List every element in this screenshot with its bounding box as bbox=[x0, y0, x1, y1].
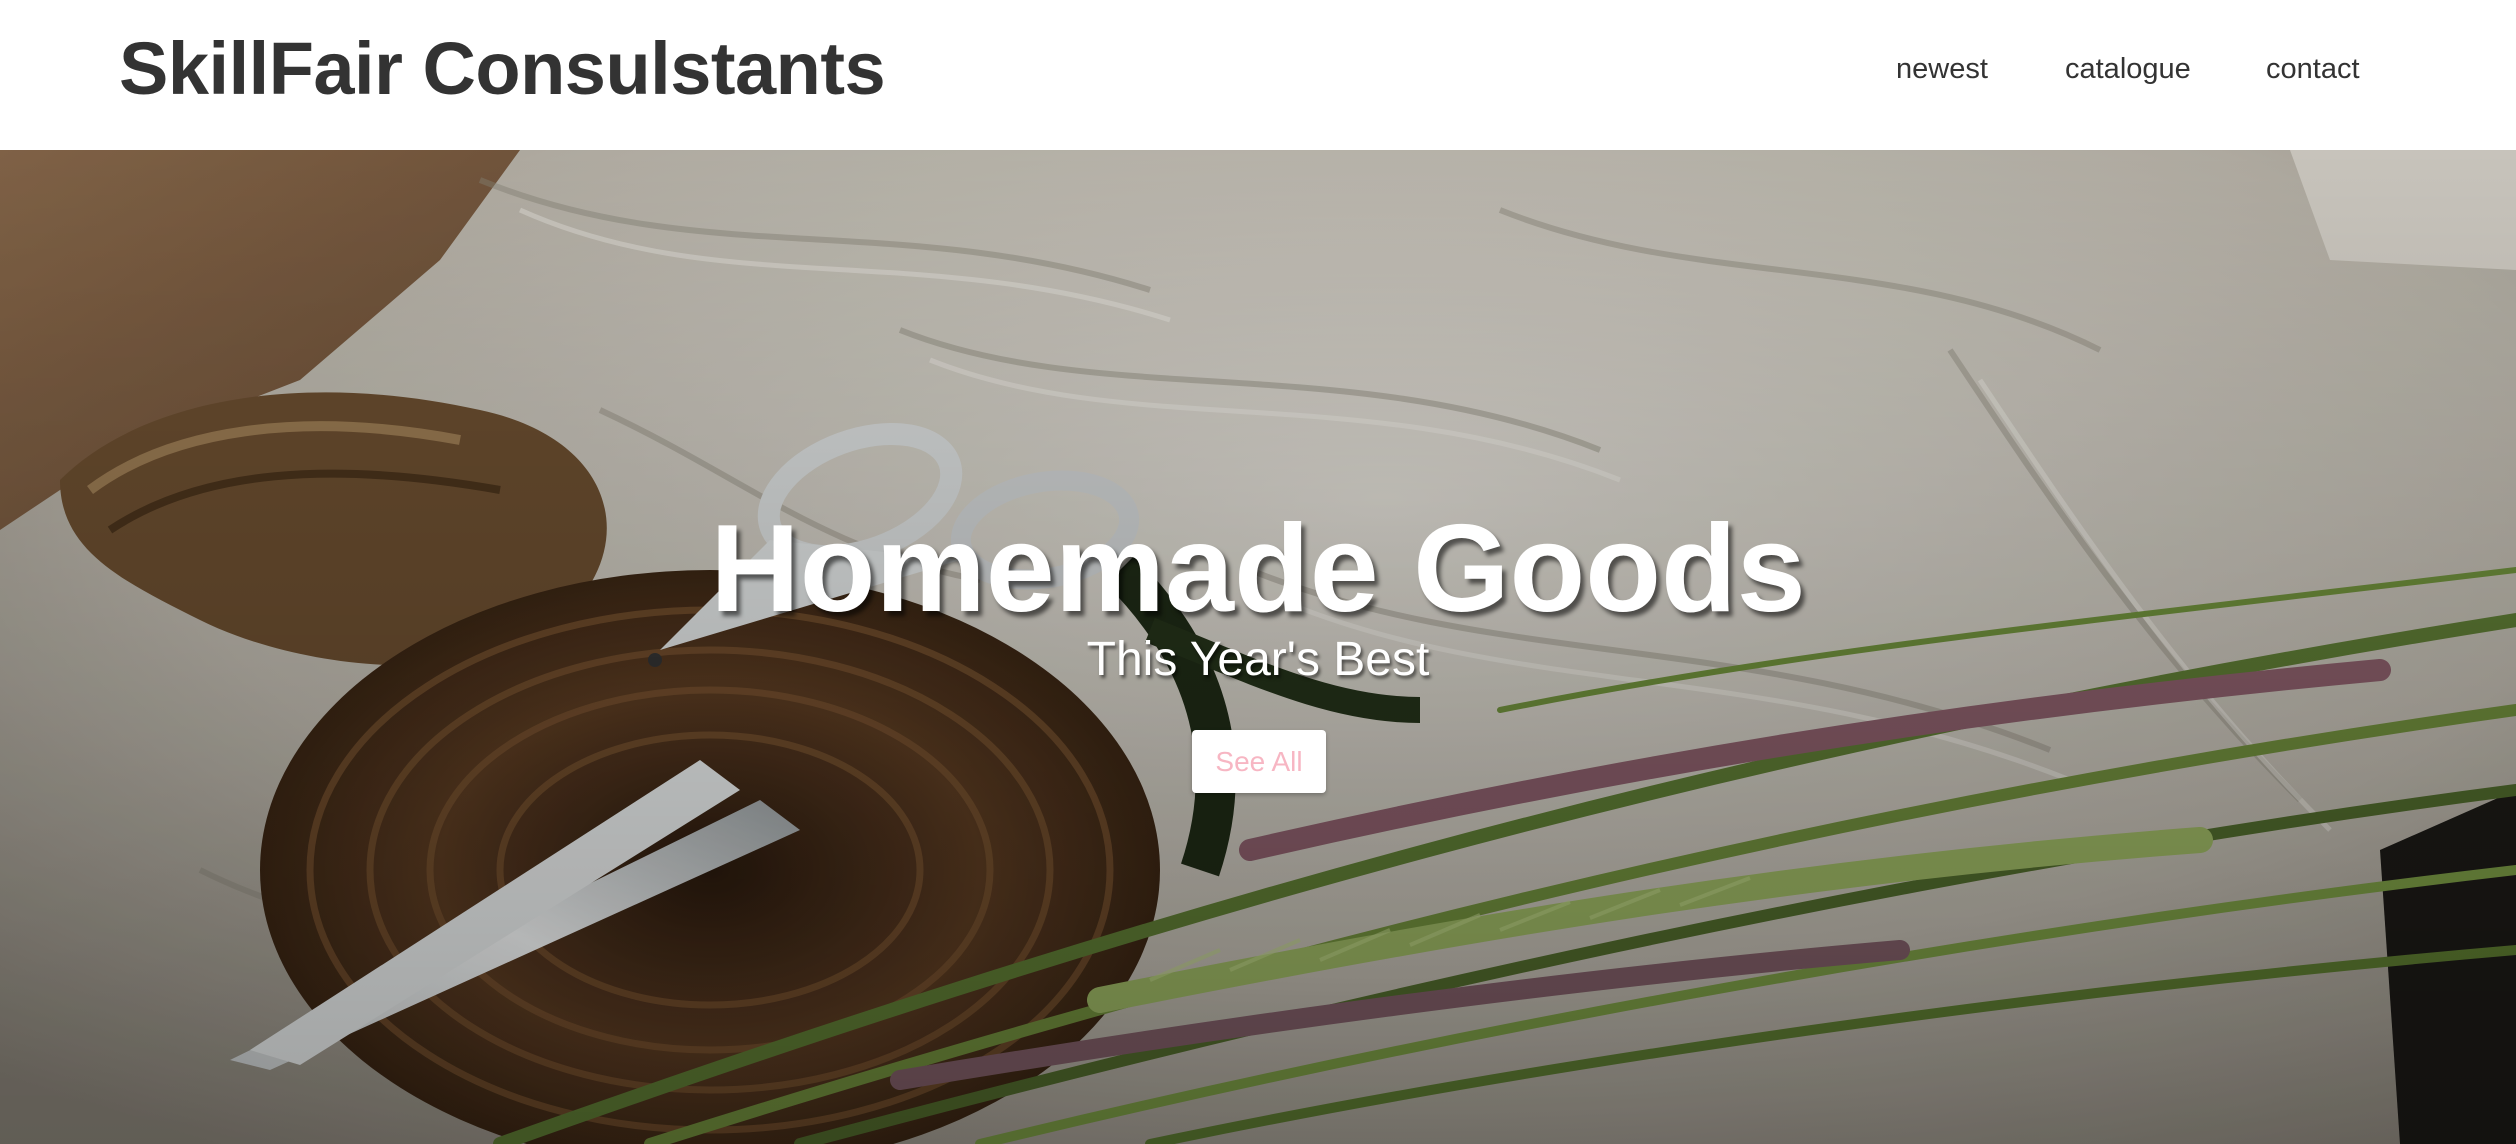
hero-title: Homemade Goods bbox=[710, 500, 1806, 638]
see-all-button[interactable]: See All bbox=[1192, 730, 1326, 793]
nav-contact[interactable]: contact bbox=[2266, 53, 2360, 86]
nav-catalogue[interactable]: catalogue bbox=[2065, 53, 2191, 86]
hero-banner: Homemade Goods This Year's Best See All bbox=[0, 150, 2516, 1144]
hero-subtitle: This Year's Best bbox=[1086, 633, 1430, 686]
site-brand[interactable]: SkillFair Consulstants bbox=[119, 26, 886, 111]
nav-newest[interactable]: newest bbox=[1896, 53, 1988, 86]
site-header: SkillFair Consulstants newest catalogue … bbox=[0, 0, 2516, 150]
